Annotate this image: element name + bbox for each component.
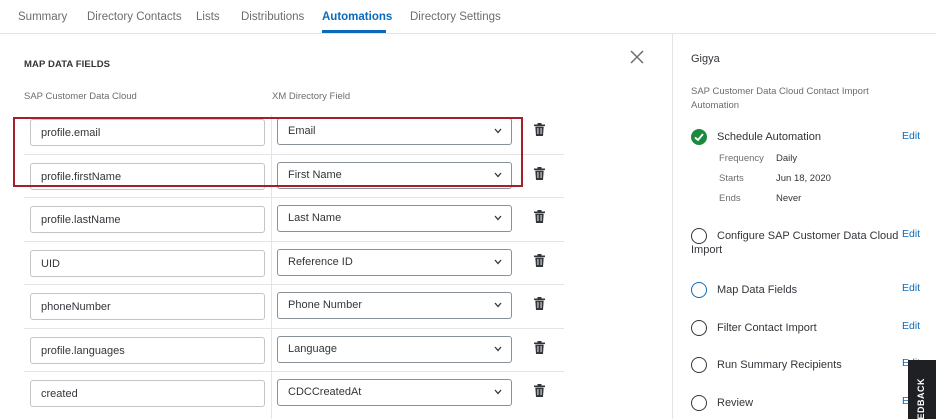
active-tab-indicator xyxy=(322,30,386,33)
column-divider xyxy=(271,376,272,419)
close-icon[interactable] xyxy=(628,48,646,66)
trash-icon[interactable] xyxy=(534,253,545,267)
source-field-input[interactable]: profile.lastName xyxy=(30,206,265,233)
xm-field-dropdown[interactable]: Last Name xyxy=(277,205,512,232)
column-divider xyxy=(271,202,272,246)
ends-label: Ends xyxy=(719,193,741,204)
trash-icon[interactable] xyxy=(534,210,545,223)
selected-value: Phone Number xyxy=(288,299,362,311)
starts-label: Starts xyxy=(719,173,744,184)
selected-value: Reference ID xyxy=(288,255,353,268)
automation-steps-panel: Gigya SAP Customer Data Cloud Contact Im… xyxy=(672,34,936,419)
trash-icon[interactable] xyxy=(534,123,545,136)
starts-value: Jun 18, 2020 xyxy=(776,173,831,184)
step-label: Run Summary Recipients xyxy=(717,359,842,371)
chevron-down-icon xyxy=(494,346,502,351)
feedback-button[interactable]: FEEDBACK xyxy=(908,360,936,419)
edit-schedule-link[interactable]: Edit xyxy=(902,130,920,142)
row-divider xyxy=(24,371,564,372)
selected-value: CDCCreatedAt xyxy=(288,386,362,398)
chevron-down-icon xyxy=(494,259,502,264)
column-divider xyxy=(271,158,272,202)
source-field-input[interactable]: UID xyxy=(30,249,265,277)
automation-description: SAP Customer Data Cloud Contact Import A… xyxy=(691,86,869,111)
frequency-label: Frequency xyxy=(719,153,764,164)
trash-icon[interactable] xyxy=(534,166,545,180)
mapping-row: profile.languages Language xyxy=(24,332,564,376)
selected-value: Language xyxy=(288,342,337,355)
source-field-input[interactable]: created xyxy=(30,380,265,407)
chevron-down-icon xyxy=(494,302,502,308)
mapping-row: phoneNumber Phone Number xyxy=(24,289,564,333)
step-label: Configure SAP Customer Data Cloud xyxy=(717,230,899,242)
trash-icon[interactable] xyxy=(534,297,545,310)
row-divider xyxy=(24,240,564,242)
mapping-row: profile.lastName Last Name xyxy=(24,202,564,246)
chevron-down-icon xyxy=(494,172,502,177)
empty-circle-icon xyxy=(691,228,707,244)
step-label: Map Data Fields xyxy=(717,284,798,296)
edit-configure-link[interactable]: Edit xyxy=(902,228,920,240)
tab-summary[interactable]: Summary xyxy=(18,11,67,23)
feedback-label: FEEDBACK xyxy=(916,377,926,419)
column-divider xyxy=(271,115,272,159)
tab-bar: Summary Directory Contacts Lists Distrib… xyxy=(0,0,936,34)
source-field-input[interactable]: profile.email xyxy=(30,119,265,146)
source-column-header: SAP Customer Data Cloud xyxy=(24,91,137,102)
source-field-input[interactable]: profile.firstName xyxy=(30,162,265,190)
chevron-down-icon xyxy=(494,215,502,221)
selected-value: First Name xyxy=(288,168,342,181)
step-label: Filter Contact Import xyxy=(717,322,817,334)
source-field-input[interactable]: profile.languages xyxy=(30,336,265,364)
check-circle-icon xyxy=(691,129,707,145)
tab-directory-settings[interactable]: Directory Settings xyxy=(410,11,501,23)
chevron-down-icon xyxy=(494,128,502,134)
edit-filter-link[interactable]: Edit xyxy=(902,320,920,332)
section-title: MAP DATA FIELDS xyxy=(24,59,111,70)
xm-field-dropdown[interactable]: Email xyxy=(277,118,512,145)
column-divider xyxy=(271,289,272,333)
row-divider xyxy=(24,284,564,285)
step-label-continued: Import xyxy=(691,244,723,256)
xm-field-dropdown[interactable]: CDCCreatedAt xyxy=(277,379,512,406)
tab-distributions[interactable]: Distributions xyxy=(241,11,304,23)
trash-icon[interactable] xyxy=(534,340,545,354)
ends-value: Never xyxy=(776,193,802,204)
current-step-circle-icon xyxy=(691,282,707,298)
selected-value: Last Name xyxy=(288,212,342,224)
selected-value: Email xyxy=(288,125,316,137)
xm-field-dropdown[interactable]: Phone Number xyxy=(277,292,512,319)
row-divider xyxy=(24,153,564,155)
row-divider xyxy=(24,327,564,329)
frequency-value: Daily xyxy=(776,153,798,164)
source-field-input[interactable]: phoneNumber xyxy=(30,293,265,320)
step-label: Schedule Automation xyxy=(717,131,821,143)
edit-map-fields-link[interactable]: Edit xyxy=(902,282,920,294)
mapping-row: created CDCCreatedAt xyxy=(24,376,564,419)
xm-field-dropdown[interactable]: Language xyxy=(277,335,512,363)
mapping-row: profile.firstName First Name xyxy=(24,158,564,202)
step-label: Review xyxy=(717,397,754,409)
trash-icon[interactable] xyxy=(534,384,545,397)
dest-column-header: XM Directory Field xyxy=(272,91,351,102)
mapping-row: UID Reference ID xyxy=(24,245,564,289)
column-divider xyxy=(271,245,272,289)
tab-lists[interactable]: Lists xyxy=(196,11,220,23)
tab-automations[interactable]: Automations xyxy=(322,11,392,23)
automation-name: Gigya xyxy=(691,53,720,65)
xm-field-dropdown[interactable]: First Name xyxy=(277,161,512,189)
map-data-fields-panel: MAP DATA FIELDS SAP Customer Data Cloud … xyxy=(0,34,672,419)
empty-circle-icon xyxy=(691,320,707,336)
empty-circle-icon xyxy=(691,395,707,411)
xm-field-dropdown[interactable]: Reference ID xyxy=(277,248,512,276)
chevron-down-icon xyxy=(494,389,502,395)
tab-directory-contacts[interactable]: Directory Contacts xyxy=(87,11,182,23)
column-divider xyxy=(271,332,272,376)
mapping-row: profile.email Email xyxy=(24,115,564,159)
row-divider xyxy=(24,197,564,198)
empty-circle-icon xyxy=(691,357,707,373)
